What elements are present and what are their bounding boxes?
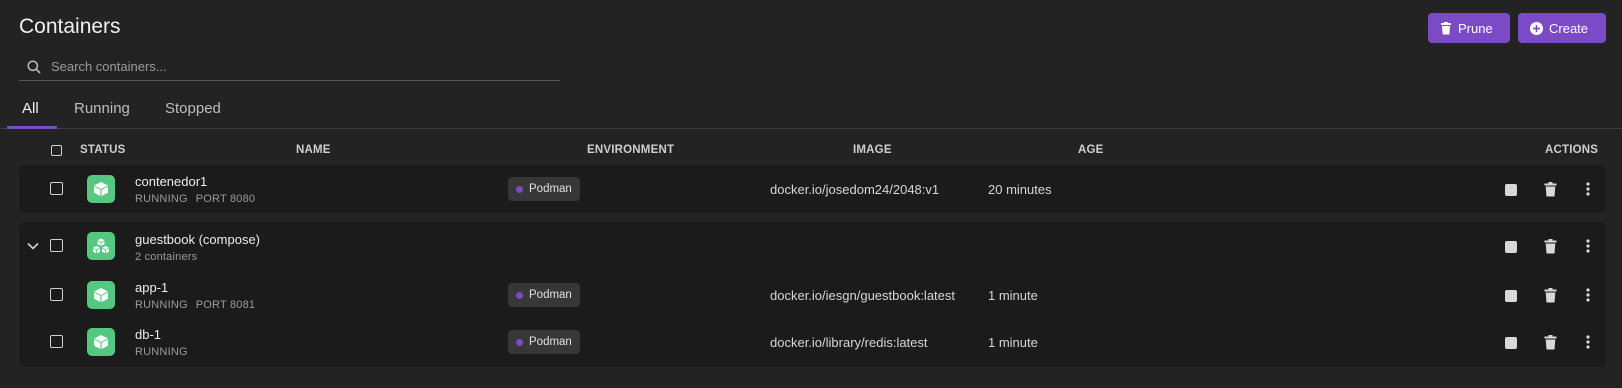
environment-label: Podman (529, 336, 572, 348)
search-icon (27, 59, 41, 74)
row-checkbox[interactable] (50, 335, 63, 348)
stop-button[interactable] (1504, 336, 1518, 350)
trash-icon (1544, 238, 1556, 253)
more-actions-button[interactable] (1584, 181, 1592, 197)
kebab-menu-icon (1586, 288, 1590, 302)
more-actions-button[interactable] (1584, 287, 1592, 303)
box-icon (94, 335, 108, 349)
container-age: 20 minutes (988, 182, 1052, 197)
group-delete-button[interactable] (1543, 238, 1557, 254)
create-button[interactable]: Create (1518, 13, 1606, 43)
tab-bar: All Running Stopped (0, 96, 1622, 129)
kebab-menu-icon (1586, 335, 1590, 349)
environment-badge: Podman (508, 283, 580, 307)
environment-dot (516, 338, 523, 346)
tab-running[interactable]: Running (74, 100, 130, 117)
plus-circle-icon (1530, 21, 1543, 35)
environment-label: Podman (529, 183, 572, 195)
container-state: RUNNING (135, 299, 188, 311)
container-name[interactable]: app-1 (135, 280, 168, 295)
container-age: 1 minute (988, 335, 1038, 350)
trash-icon (1441, 21, 1451, 34)
box-icon (94, 182, 108, 196)
container-age: 1 minute (988, 288, 1038, 303)
container-name[interactable]: db-1 (135, 327, 161, 342)
stop-icon (1505, 184, 1517, 196)
stop-icon (1505, 290, 1517, 302)
group-summary: 2 containers (135, 251, 198, 263)
group-more-actions-button[interactable] (1584, 238, 1592, 254)
stop-button[interactable] (1504, 289, 1518, 303)
environment-badge: Podman (508, 177, 580, 201)
environment-badge: Podman (508, 330, 580, 354)
boxes-icon (93, 238, 109, 254)
column-header-actions: ACTIONS (1545, 144, 1599, 156)
container-port: PORT 8080 (195, 193, 256, 205)
container-image: docker.io/library/redis:latest (770, 335, 928, 350)
column-header-image[interactable]: IMAGE (853, 144, 892, 156)
row-checkbox[interactable] (50, 182, 63, 195)
container-status-icon (87, 328, 115, 356)
kebab-menu-icon (1586, 182, 1590, 196)
container-image: docker.io/josedom24/2048:v1 (770, 182, 940, 197)
group-stop-button[interactable] (1504, 240, 1518, 254)
active-tab-indicator (7, 126, 57, 129)
pod-status-icon (87, 232, 115, 260)
environment-dot (516, 185, 523, 193)
container-status-icon (87, 281, 115, 309)
column-header-environment[interactable]: ENVIRONMENT (587, 144, 674, 156)
trash-icon (1544, 181, 1556, 196)
trash-icon (1544, 334, 1556, 349)
stop-icon (1505, 241, 1517, 253)
select-all-checkbox[interactable] (51, 145, 62, 156)
chevron-down-icon[interactable] (27, 242, 39, 250)
container-status-text: RUNNING PORT 8081 (135, 299, 255, 311)
container-image: docker.io/iesgn/guestbook:latest (770, 288, 956, 303)
container-status-icon (87, 175, 115, 203)
container-port: PORT 8081 (195, 299, 256, 311)
delete-button[interactable] (1543, 287, 1557, 303)
container-name[interactable]: contenedor1 (135, 174, 207, 189)
kebab-menu-icon (1586, 239, 1590, 253)
stop-icon (1505, 337, 1517, 349)
column-header-age[interactable]: AGE (1078, 144, 1104, 156)
more-actions-button[interactable] (1584, 334, 1592, 350)
page-title: Containers (19, 15, 121, 38)
prune-button[interactable]: Prune (1428, 13, 1510, 43)
prune-button-label: Prune (1458, 20, 1493, 36)
container-status-text: RUNNING PORT 8080 (135, 193, 255, 205)
environment-dot (516, 291, 523, 299)
stop-button[interactable] (1504, 183, 1518, 197)
container-state: RUNNING (135, 193, 188, 205)
column-header-name[interactable]: NAME (296, 144, 331, 156)
delete-button[interactable] (1543, 334, 1557, 350)
container-state: RUNNING (135, 346, 188, 358)
tab-all[interactable]: All (22, 100, 39, 117)
trash-icon (1544, 287, 1556, 302)
group-checkbox[interactable] (50, 239, 63, 252)
column-header-status[interactable]: STATUS (80, 144, 126, 156)
search-bar (19, 53, 560, 81)
delete-button[interactable] (1543, 181, 1557, 197)
tab-stopped[interactable]: Stopped (165, 100, 221, 117)
group-name[interactable]: guestbook (compose) (135, 232, 260, 247)
environment-label: Podman (529, 289, 572, 301)
box-icon (94, 288, 108, 302)
row-checkbox[interactable] (50, 288, 63, 301)
search-input[interactable] (51, 59, 531, 74)
create-button-label: Create (1549, 20, 1589, 36)
